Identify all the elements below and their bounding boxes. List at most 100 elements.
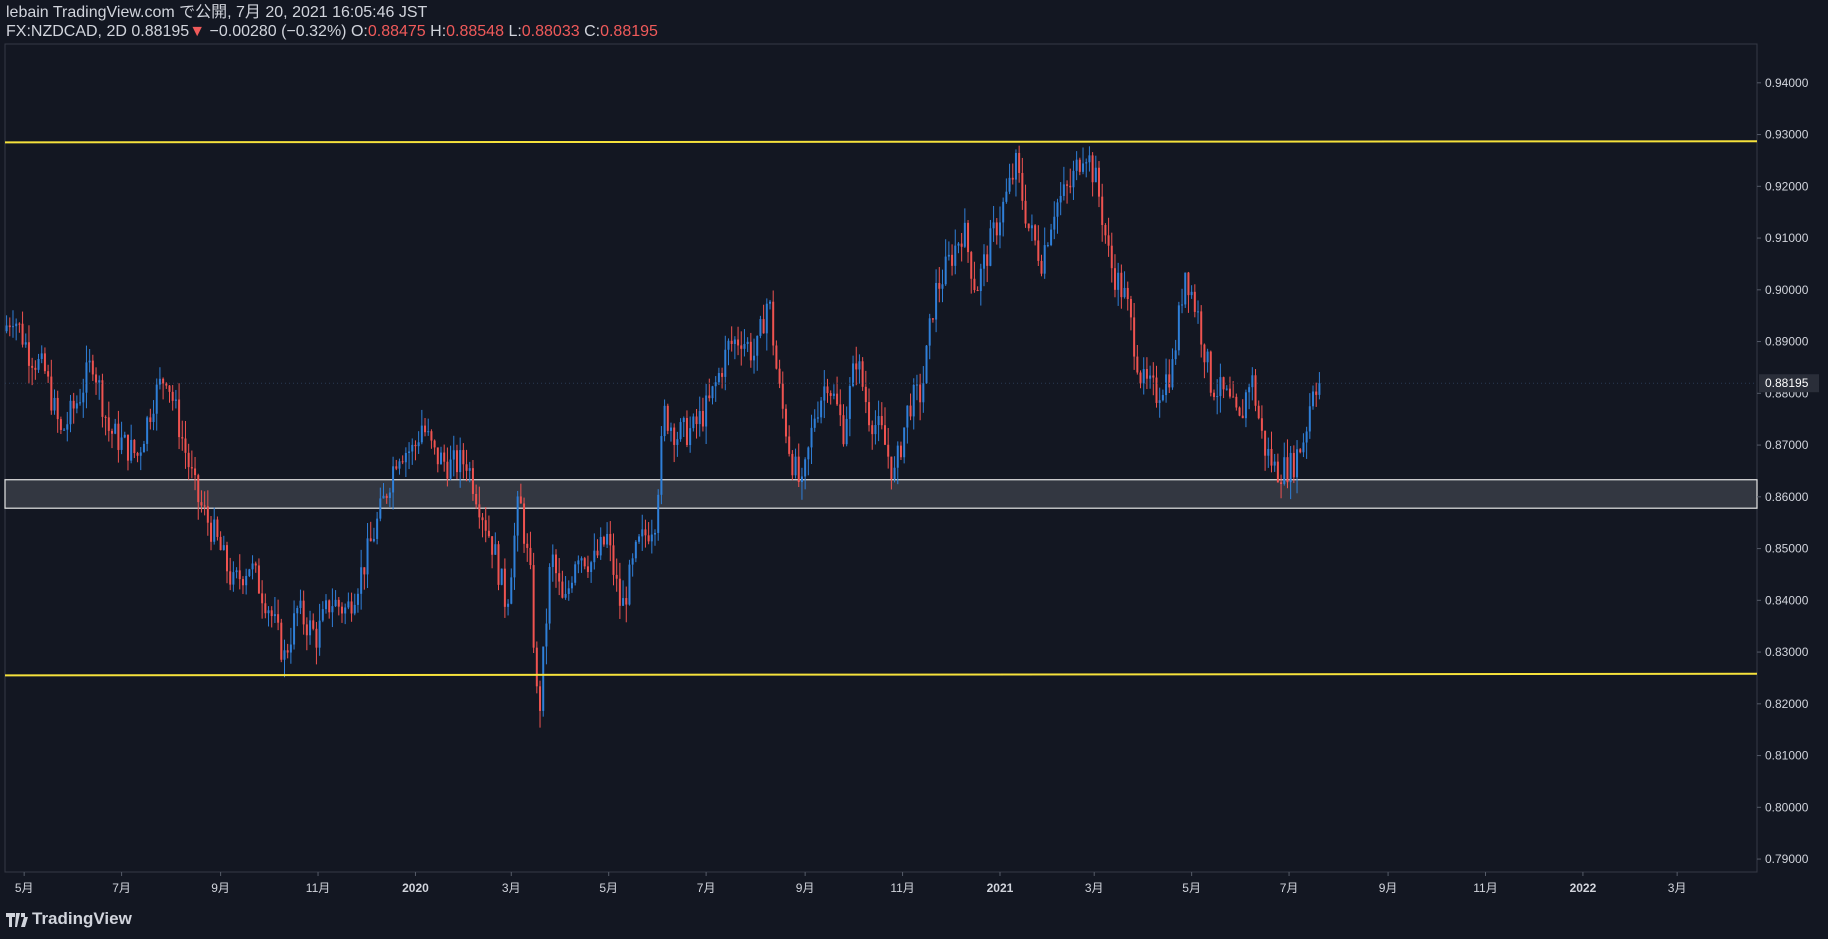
candle-body (1091, 155, 1094, 183)
candle-body (440, 452, 443, 465)
candle-body (1066, 184, 1069, 186)
candle-body (954, 245, 957, 266)
candle-body (241, 579, 244, 586)
candle-body (1149, 375, 1152, 379)
x-tick-label: 2022 (1570, 881, 1597, 895)
candle-body (1018, 152, 1021, 173)
candle-body (267, 610, 270, 614)
candle-body (615, 574, 618, 579)
candle-body (551, 554, 554, 568)
candle-body (59, 419, 62, 430)
candle-body (1193, 291, 1196, 312)
candle-body (98, 380, 101, 383)
candle-body (331, 606, 334, 613)
candle-body (1126, 287, 1129, 300)
candle-body (979, 268, 982, 291)
candle-body (398, 461, 401, 469)
candle-body (810, 427, 813, 448)
candle-body (417, 442, 420, 447)
x-tick-label: 9月 (796, 881, 815, 895)
candle-body (957, 243, 960, 246)
candle-body (8, 325, 11, 328)
candle-body (433, 440, 436, 448)
candle-body (1110, 245, 1113, 269)
candle-body (628, 564, 631, 605)
candle-body (596, 550, 599, 556)
tradingview-logo[interactable]: TradingView (6, 909, 132, 929)
candle-body (1037, 240, 1040, 261)
y-tick-label: 0.79000 (1765, 852, 1809, 866)
x-tick-label: 11月 (306, 881, 330, 895)
candle-body (1235, 396, 1238, 408)
candle-body (625, 598, 628, 605)
price-axis[interactable]: 0.79000 0.80000 0.81000 0.82000 0.83000 0.840… (1757, 76, 1809, 866)
candle-body (500, 568, 503, 585)
candle-body (654, 532, 657, 535)
candle-body (72, 400, 75, 409)
candle-body (379, 498, 382, 519)
candle-body (436, 447, 439, 465)
x-tick-label: 7月 (1280, 881, 1299, 895)
candle-body (107, 417, 110, 431)
candle-body (155, 384, 158, 414)
candle-body (50, 376, 53, 411)
candle-body (206, 506, 209, 523)
candle-body (152, 413, 155, 423)
x-tick-label: 11月 (1473, 881, 1497, 895)
candle-body (1315, 391, 1318, 395)
candle-body (200, 502, 203, 506)
candle-body (692, 416, 695, 429)
candle-body (1283, 457, 1286, 484)
candle-body (973, 278, 976, 291)
candle-body (1251, 375, 1254, 388)
candle-body (1008, 177, 1011, 192)
candle-body (919, 384, 922, 403)
candle-body (829, 393, 832, 396)
x-tick-label: 3月 (1085, 881, 1104, 895)
candle-body (963, 222, 966, 247)
candle-body (516, 496, 519, 536)
time-axis[interactable]: 5月 7月 9月 11月 2020 3月 5月 7月 9月 11月 2021 3月 5月 7月 9月 11月 2… (15, 872, 1687, 895)
candle-body (158, 378, 161, 385)
candle-body (465, 464, 468, 471)
candle-body (372, 538, 375, 542)
candle-body (618, 578, 621, 606)
candle-body (104, 416, 107, 418)
candle-body (363, 567, 366, 575)
y-tick-label: 0.87000 (1765, 438, 1809, 452)
candle-body (1152, 375, 1155, 378)
candle-body (1040, 260, 1043, 274)
level-lines (4, 140, 1758, 677)
price-chart[interactable]: 0.79000 0.80000 0.81000 0.82000 0.83000 0.840… (0, 0, 1828, 939)
candle-body (1244, 392, 1247, 419)
candle-body (510, 577, 513, 604)
candle-body (238, 570, 241, 580)
candle-body (1053, 216, 1056, 230)
y-tick-label: 0.94000 (1765, 76, 1809, 90)
candle-body (1129, 299, 1132, 318)
candle-body (210, 522, 213, 542)
candle-body (254, 563, 257, 566)
candle-body (1059, 195, 1062, 203)
candle-body (1312, 391, 1315, 407)
candle-body (807, 447, 810, 460)
candle-body (452, 450, 455, 460)
candle-body (561, 581, 564, 598)
candle-body (606, 533, 609, 545)
y-tick-label: 0.92000 (1765, 179, 1809, 193)
candle-body (264, 603, 267, 614)
candle-body (1203, 344, 1206, 363)
x-tick-label: 7月 (697, 881, 716, 895)
candle-body (130, 439, 133, 461)
candle-body (714, 382, 717, 387)
candle-body (111, 430, 114, 434)
candle-body (95, 374, 98, 383)
candle-body (1005, 191, 1008, 202)
candle-body (337, 599, 340, 607)
candle-body (564, 593, 567, 598)
candle-body (133, 439, 136, 454)
candle-body (481, 517, 484, 521)
candle-body (813, 418, 816, 428)
candle-body (737, 339, 740, 346)
candle-body (1069, 185, 1072, 188)
